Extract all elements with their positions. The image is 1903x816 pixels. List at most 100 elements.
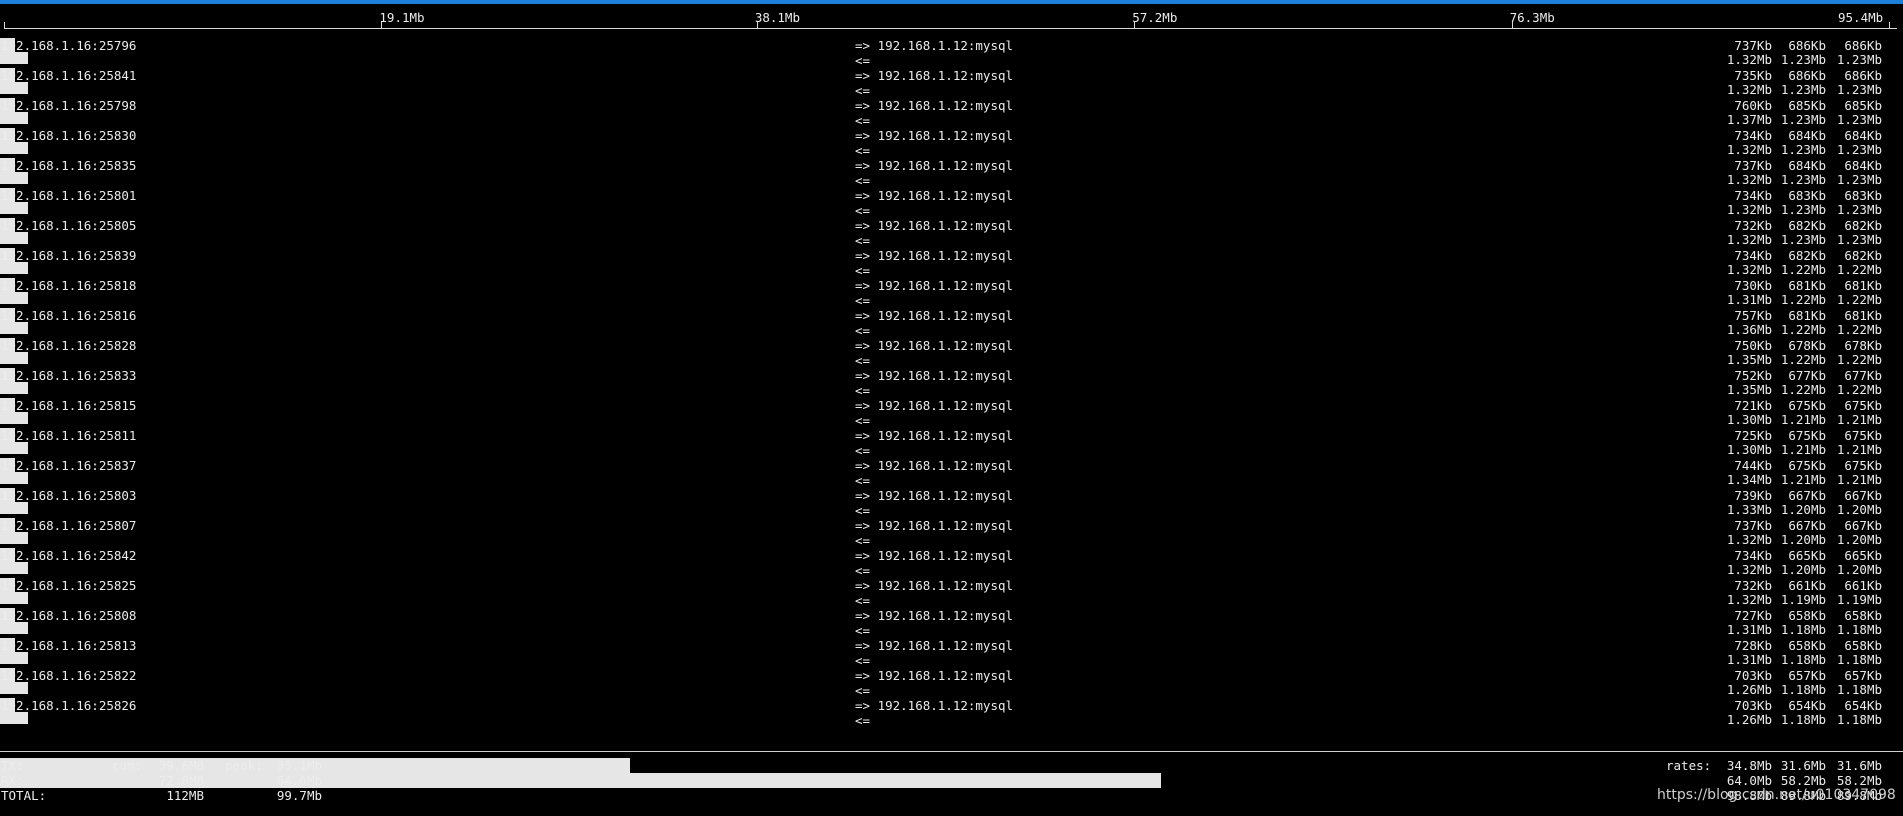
source-host[interactable]: 192.168.1.16:25839 [1, 248, 136, 263]
destination-host[interactable]: => 192.168.1.12:mysql [855, 98, 1013, 113]
destination-host[interactable]: => 192.168.1.12:mysql [855, 548, 1013, 563]
source-host[interactable]: 192.168.1.16:25826 [1, 698, 136, 713]
source-host[interactable]: 192.168.1.16:25801 [1, 188, 136, 203]
destination-host[interactable]: => 192.168.1.12:mysql [855, 488, 1013, 503]
rx-rate: 1.22Mb [1836, 292, 1882, 307]
tx-rate: 667Kb [1844, 518, 1882, 533]
rx-rate: 1.19Mb [1836, 592, 1882, 607]
destination-host[interactable]: => 192.168.1.12:mysql [855, 188, 1013, 203]
destination-host[interactable]: => 192.168.1.12:mysql [855, 698, 1013, 713]
summary-separator [0, 751, 1903, 752]
destination-host[interactable]: => 192.168.1.12:mysql [855, 128, 1013, 143]
connection-row: 192.168.1.16:25833 => 192.168.1.12:mysql <… [0, 368, 1903, 398]
source-host[interactable]: 192.168.1.16:25798 [1, 98, 136, 113]
source-host[interactable]: 192.168.1.16:25837 [1, 458, 136, 473]
destination-host[interactable]: => 192.168.1.12:mysql [855, 398, 1013, 413]
scale-axis-line [4, 28, 1897, 29]
destination-host[interactable]: => 192.168.1.12:mysql [855, 158, 1013, 173]
tx-rate: 682Kb [1844, 218, 1882, 233]
destination-host[interactable]: => 192.168.1.12:mysql [855, 578, 1013, 593]
rx-cum-value: 72.8MB [158, 773, 204, 788]
tx-rate: 685Kb [1844, 98, 1882, 113]
connection-row: 192.168.1.16:25839 => 192.168.1.12:mysql <… [0, 248, 1903, 278]
tx-rate: 658Kb [1844, 638, 1882, 653]
tx-rate: 661Kb [1844, 578, 1882, 593]
connection-row: 192.168.1.16:25826 => 192.168.1.12:mysql <… [0, 698, 1903, 728]
rx-rate: 1.18Mb [1836, 622, 1882, 637]
connection-row: 192.168.1.16:25808 => 192.168.1.12:mysql <… [0, 608, 1903, 638]
destination-host[interactable]: => 192.168.1.12:mysql [855, 278, 1013, 293]
destination-host[interactable]: => 192.168.1.12:mysql [855, 458, 1013, 473]
connection-row: 192.168.1.16:25811 => 192.168.1.12:mysql <… [0, 428, 1903, 458]
rx-bar [0, 52, 28, 64]
rx-bar [0, 682, 28, 694]
destination-host[interactable]: => 192.168.1.12:mysql [855, 68, 1013, 83]
source-host[interactable]: 192.168.1.16:25808 [1, 608, 136, 623]
connection-row: 192.168.1.16:25805 => 192.168.1.12:mysql <… [0, 218, 1903, 248]
rx-rate: 1.23Mb [1836, 202, 1882, 217]
receive-arrow: <= [855, 143, 871, 158]
source-host[interactable]: 192.168.1.16:25815 [1, 398, 136, 413]
scale-tick-label: 57.2Mb [1132, 10, 1178, 25]
source-host[interactable]: 192.168.1.16:25818 [1, 278, 136, 293]
tx-rate: 657Kb [1844, 668, 1882, 683]
destination-host[interactable]: => 192.168.1.12:mysql [855, 218, 1013, 233]
source-host[interactable]: 192.168.1.16:25822 [1, 668, 136, 683]
total-cum-value: 112MB [166, 788, 204, 803]
destination-host[interactable]: => 192.168.1.12:mysql [855, 248, 1013, 263]
source-host[interactable]: 192.168.1.16:25807 [1, 518, 136, 533]
rx-rate: 1.21Mb [1836, 442, 1882, 457]
connection-row: 192.168.1.16:25841 => 192.168.1.12:mysql <… [0, 68, 1903, 98]
receive-arrow: <= [855, 383, 871, 398]
source-host[interactable]: 192.168.1.16:25830 [1, 128, 136, 143]
source-host[interactable]: 192.168.1.16:25833 [1, 368, 136, 383]
source-host[interactable]: 192.168.1.16:25828 [1, 338, 136, 353]
scale-tick-label: 38.1Mb [754, 10, 800, 25]
destination-host[interactable]: => 192.168.1.12:mysql [855, 608, 1013, 623]
source-host[interactable]: 192.168.1.16:25825 [1, 578, 136, 593]
scale-tick-label: 95.4Mb [1838, 10, 1884, 25]
destination-host[interactable]: => 192.168.1.12:mysql [855, 308, 1013, 323]
source-host[interactable]: 192.168.1.16:25816 [1, 308, 136, 323]
rx-rate: 1.18Mb [1836, 682, 1882, 697]
tx-rate: 686Kb [1844, 38, 1882, 53]
connection-row: 192.168.1.16:25825 => 192.168.1.12:mysql <… [0, 578, 1903, 608]
tx-rate: 675Kb [1844, 398, 1882, 413]
rx-bar [0, 622, 28, 634]
source-host[interactable]: 192.168.1.16:25811 [1, 428, 136, 443]
receive-arrow: <= [855, 623, 871, 638]
destination-host[interactable]: => 192.168.1.12:mysql [855, 668, 1013, 683]
rx-rate: 1.18Mb [1836, 652, 1882, 667]
destination-host[interactable]: => 192.168.1.12:mysql [855, 38, 1013, 53]
destination-host[interactable]: => 192.168.1.12:mysql [855, 428, 1013, 443]
source-host[interactable]: 192.168.1.16:25803 [1, 488, 136, 503]
source-host[interactable]: 192.168.1.16:25835 [1, 158, 136, 173]
source-host[interactable]: 192.168.1.16:25842 [1, 548, 136, 563]
source-host[interactable]: 192.168.1.16:25805 [1, 218, 136, 233]
receive-arrow: <= [855, 413, 871, 428]
destination-host[interactable]: => 192.168.1.12:mysql [855, 638, 1013, 653]
source-host[interactable]: 192.168.1.16:25841 [1, 68, 136, 83]
rx-bar [0, 172, 28, 184]
total-label: TOTAL: [1, 788, 47, 803]
source-host[interactable]: 192.168.1.16:25813 [1, 638, 136, 653]
destination-host[interactable]: => 192.168.1.12:mysql [855, 368, 1013, 383]
rx-bar [0, 382, 28, 394]
rx-rate: 1.21Mb [1836, 412, 1882, 427]
rx-rate: 1.20Mb [1836, 532, 1882, 547]
peak-label: peak: [225, 758, 263, 773]
connection-row: 192.168.1.16:25830 => 192.168.1.12:mysql <… [0, 128, 1903, 158]
connection-row: 192.168.1.16:25807 => 192.168.1.12:mysql <… [0, 518, 1903, 548]
receive-arrow: <= [855, 173, 871, 188]
rx-summary: RX: 72.8MB 64.6Mb 64.0Mb 58.2Mb 58.2Mb [0, 773, 1903, 788]
destination-host[interactable]: => 192.168.1.12:mysql [855, 338, 1013, 353]
source-host[interactable]: 192.168.1.16:25796 [1, 38, 136, 53]
rx-rate: 1.23Mb [1836, 82, 1882, 97]
connection-row: 192.168.1.16:25835 => 192.168.1.12:mysql <… [0, 158, 1903, 188]
destination-host[interactable]: => 192.168.1.12:mysql [855, 518, 1013, 533]
rx-rate: 1.23Mb [1836, 232, 1882, 247]
tx-rate: 681Kb [1844, 308, 1882, 323]
rx-rate: 1.23Mb [1836, 112, 1882, 127]
total-summary: TOTAL: 112MB 99.7Mb 98.8Mb 89.8Mb 89.8Mb [0, 788, 1903, 803]
rx-bar [0, 262, 28, 274]
